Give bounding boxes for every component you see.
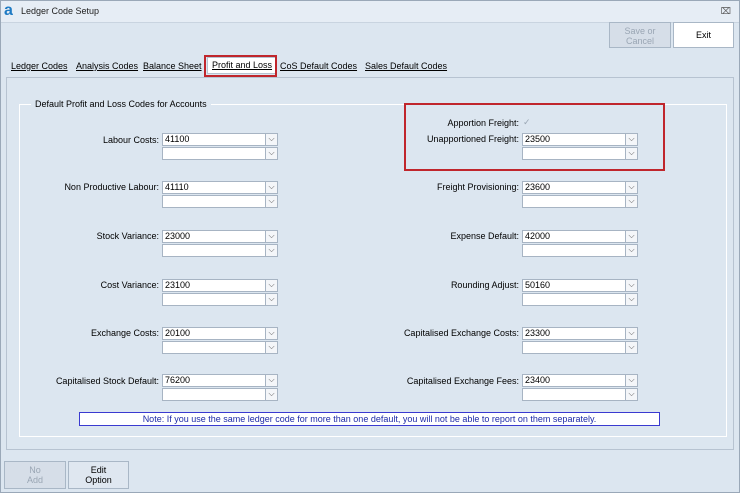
save-or-cancel-button[interactable]: Save or Cancel [609,22,671,48]
tab-balance-sheet[interactable]: Balance Sheet [143,61,202,71]
tab-sales-default-codes[interactable]: Sales Default Codes [365,61,447,71]
capitalised-exchange-costs-label: Capitalised Exchange Costs: [403,328,519,338]
expense-default-value: 42000 [525,231,551,241]
capitalised-exchange-fees-field-2[interactable]: ⌵ [522,388,638,401]
group-title: Default Profit and Loss Codes for Accoun… [31,99,211,109]
chevron-down-icon[interactable]: ⌵ [265,294,277,305]
window-title: Ledger Code Setup [21,6,100,16]
chevron-down-icon[interactable]: ⌵ [625,342,637,353]
non-productive-labour-value: 41110 [165,182,189,192]
stock-variance-field-2[interactable]: ⌵ [162,244,278,257]
chevron-down-icon[interactable]: ⌵ [265,342,277,353]
capitalised-exchange-costs-value: 23300 [525,328,551,338]
exchange-costs-field[interactable]: 20100 ⌵ [162,327,278,340]
app-logo-icon: a [4,2,13,19]
chevron-down-icon[interactable]: ⌵ [265,328,277,339]
tab-cos-default-codes[interactable]: CoS Default Codes [280,61,357,71]
capitalised-exchange-fees-value: 23400 [525,375,551,385]
freight-provisioning-field-2[interactable]: ⌵ [522,195,638,208]
close-icon[interactable]: ⌧ [721,6,731,17]
chevron-down-icon[interactable]: ⌵ [625,196,637,207]
unapportioned-freight-value: 23500 [525,134,551,144]
note-banner: Note: If you use the same ledger code fo… [79,412,660,426]
chevron-down-icon[interactable]: ⌵ [625,182,637,193]
add-label: Add [26,475,43,485]
option-label: Option [85,475,112,485]
no-add-button[interactable]: No Add [4,461,66,489]
labour-costs-field-2[interactable]: ⌵ [162,147,278,160]
expense-default-field[interactable]: 42000 ⌵ [522,230,638,243]
rounding-adjust-field-2[interactable]: ⌵ [522,293,638,306]
chevron-down-icon[interactable]: ⌵ [265,148,277,159]
rounding-adjust-label: Rounding Adjust: [450,280,519,290]
labour-costs-label: Labour Costs: [102,135,159,145]
non-productive-labour-label: Non Productive Labour: [64,182,159,192]
unapportioned-freight-field-2[interactable]: ⌵ [522,147,638,160]
capitalised-exchange-costs-field[interactable]: 23300 ⌵ [522,327,638,340]
non-productive-labour-field-2[interactable]: ⌵ [162,195,278,208]
stock-variance-field[interactable]: 23000 ⌵ [162,230,278,243]
edit-option-button[interactable]: Edit Option [68,461,129,489]
no-label: No [29,465,41,475]
cost-variance-field[interactable]: 23100 ⌵ [162,279,278,292]
stock-variance-label: Stock Variance: [96,231,159,241]
chevron-down-icon[interactable]: ⌵ [265,280,277,291]
capitalised-exchange-fees-label: Capitalised Exchange Fees: [406,376,519,386]
chevron-down-icon[interactable]: ⌵ [625,328,637,339]
tab-ledger-codes[interactable]: Ledger Codes [11,61,68,71]
tab-analysis-codes[interactable]: Analysis Codes [76,61,138,71]
rounding-adjust-value: 50160 [525,280,551,290]
freight-provisioning-value: 23600 [525,182,551,192]
chevron-down-icon[interactable]: ⌵ [625,148,637,159]
unapportioned-freight-field[interactable]: 23500 ⌵ [522,133,638,146]
freight-provisioning-label: Freight Provisioning: [436,182,519,192]
chevron-down-icon[interactable]: ⌵ [625,389,637,400]
stock-variance-value: 23000 [165,231,191,241]
chevron-down-icon[interactable]: ⌵ [265,196,277,207]
capitalised-stock-default-value: 76200 [165,375,191,385]
chevron-down-icon[interactable]: ⌵ [265,182,277,193]
capitalised-stock-default-field[interactable]: 76200 ⌵ [162,374,278,387]
cancel-label: Cancel [625,36,654,46]
exchange-costs-value: 20100 [165,328,191,338]
cost-variance-label: Cost Variance: [100,280,159,290]
chevron-down-icon[interactable]: ⌵ [265,389,277,400]
cost-variance-field-2[interactable]: ⌵ [162,293,278,306]
capitalised-stock-default-field-2[interactable]: ⌵ [162,388,278,401]
ledger-code-setup-window: a Ledger Code Setup ⌧ Save or Cancel Exi… [0,0,740,493]
labour-costs-value: 41100 [165,134,190,144]
chevron-down-icon[interactable]: ⌵ [265,231,277,242]
exchange-costs-label: Exchange Costs: [90,328,159,338]
rounding-adjust-field[interactable]: 50160 ⌵ [522,279,638,292]
chevron-down-icon[interactable]: ⌵ [625,280,637,291]
save-label: Save or [624,26,656,36]
cost-variance-value: 23100 [165,280,191,290]
exit-button[interactable]: Exit [673,22,734,48]
edit-label: Edit [90,465,107,475]
active-tab-highlight [204,55,277,77]
labour-costs-field[interactable]: 41100 ⌵ [162,133,278,146]
chevron-down-icon[interactable]: ⌵ [625,294,637,305]
capitalised-stock-default-label: Capitalised Stock Default: [55,376,159,386]
chevron-down-icon[interactable]: ⌵ [265,134,277,145]
apportion-freight-checkbox[interactable]: ✓ [523,118,533,128]
capitalised-exchange-costs-field-2[interactable]: ⌵ [522,341,638,354]
freight-provisioning-field[interactable]: 23600 ⌵ [522,181,638,194]
chevron-down-icon[interactable]: ⌵ [625,134,637,145]
chevron-down-icon[interactable]: ⌵ [625,375,637,386]
exchange-costs-field-2[interactable]: ⌵ [162,341,278,354]
chevron-down-icon[interactable]: ⌵ [265,245,277,256]
title-bar: a Ledger Code Setup ⌧ [1,1,739,23]
non-productive-labour-field[interactable]: 41110 ⌵ [162,181,278,194]
chevron-down-icon[interactable]: ⌵ [625,231,637,242]
unapportioned-freight-label: Unapportioned Freight: [426,134,519,144]
expense-default-label: Expense Default: [450,231,519,241]
apportion-freight-label: Apportion Freight: [447,118,519,128]
chevron-down-icon[interactable]: ⌵ [265,375,277,386]
capitalised-exchange-fees-field[interactable]: 23400 ⌵ [522,374,638,387]
expense-default-field-2[interactable]: ⌵ [522,244,638,257]
chevron-down-icon[interactable]: ⌵ [625,245,637,256]
